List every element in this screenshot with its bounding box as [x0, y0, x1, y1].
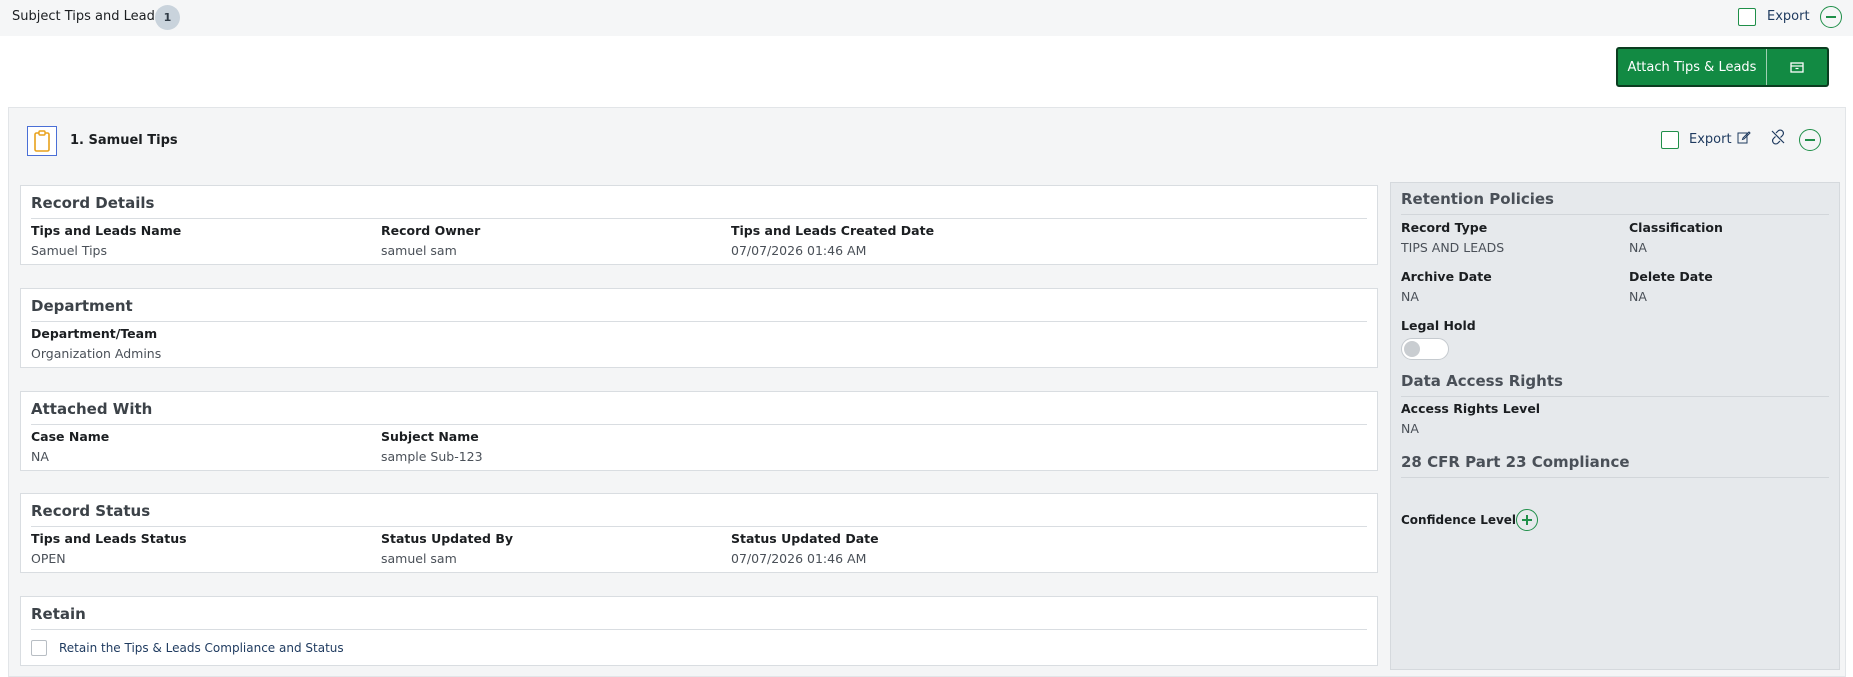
retention-policies-heading: Retention Policies: [1401, 190, 1554, 208]
field-created-date: Tips and Leads Created Date 07/07/2026 0…: [731, 223, 934, 258]
field-value: sample Sub-123: [381, 449, 483, 464]
field-value: TIPS AND LEADS: [1401, 240, 1505, 255]
field-value: 07/07/2026 01:46 AM: [731, 551, 867, 566]
export-all-checkbox[interactable]: [1738, 8, 1756, 26]
record-details-card: Record Details Tips and Leads Name Samue…: [20, 185, 1378, 265]
unlink-icon[interactable]: [1770, 129, 1786, 149]
field-label: Status Updated Date: [731, 531, 879, 546]
collapse-item-icon[interactable]: [1799, 129, 1821, 151]
field-label: Legal Hold: [1401, 318, 1476, 333]
retain-checkbox[interactable]: [31, 640, 47, 656]
record-details-heading: Record Details: [31, 194, 155, 212]
divider: [31, 526, 1367, 527]
attached-with-card: Attached With Case Name NA Subject Name …: [20, 391, 1378, 471]
export-item-checkbox[interactable]: [1661, 131, 1679, 149]
record-status-heading: Record Status: [31, 502, 151, 520]
compliance-heading: 28 CFR Part 23 Compliance: [1401, 453, 1630, 471]
field-record-type: Record Type TIPS AND LEADS: [1401, 220, 1504, 255]
field-record-owner: Record Owner samuel sam: [381, 223, 480, 258]
field-label: Tips and Leads Created Date: [731, 223, 935, 238]
count-badge: 1: [155, 5, 180, 30]
divider: [1401, 214, 1829, 215]
field-label: Status Updated By: [381, 531, 513, 546]
field-label: Record Owner: [381, 223, 481, 238]
field-label: Archive Date: [1401, 269, 1492, 284]
field-value: NA: [1401, 421, 1419, 436]
collapse-section-icon[interactable]: [1820, 6, 1842, 28]
field-department-team: Department/Team Organization Admins: [31, 326, 161, 361]
clipboard-icon: [27, 126, 57, 156]
field-case-name: Case Name NA: [31, 429, 109, 464]
export-item-label: Export: [1689, 132, 1732, 147]
field-label: Confidence Level: [1401, 513, 1517, 527]
field-subject-name: Subject Name sample Sub-123: [381, 429, 483, 464]
retain-checkbox-label[interactable]: Retain the Tips & Leads Compliance and S…: [59, 641, 344, 655]
field-label: Delete Date: [1629, 269, 1713, 284]
data-access-heading: Data Access Rights: [1401, 372, 1563, 390]
item-title: 1. Samuel Tips: [70, 133, 178, 148]
section-header: Subject Tips and Leads 1 Export: [0, 0, 1853, 36]
section-title: Subject Tips and Leads: [12, 9, 162, 24]
retain-card: Retain Retain the Tips & Leads Complianc…: [20, 596, 1378, 666]
record-status-card: Record Status Tips and Leads Status OPEN…: [20, 493, 1378, 573]
divider: [1401, 396, 1829, 397]
retain-heading: Retain: [31, 605, 86, 623]
field-confidence-level: Confidence Level: [1401, 513, 1516, 527]
attached-with-heading: Attached With: [31, 400, 153, 418]
legal-hold-toggle[interactable]: [1401, 338, 1449, 360]
field-value: Samuel Tips: [31, 243, 108, 258]
divider: [31, 321, 1367, 322]
retention-side-panel: Retention Policies Record Type TIPS AND …: [1390, 182, 1840, 670]
department-card: Department Department/Team Organization …: [20, 288, 1378, 368]
field-value: NA: [31, 449, 49, 464]
field-status-updated-by: Status Updated By samuel sam: [381, 531, 513, 566]
field-value: NA: [1629, 240, 1647, 255]
field-value: samuel sam: [381, 551, 457, 566]
field-label: Case Name: [31, 429, 110, 444]
department-heading: Department: [31, 297, 133, 315]
item-header: 1. Samuel Tips Export: [9, 108, 1845, 174]
toggle-knob: [1404, 341, 1420, 357]
divider: [1401, 477, 1829, 478]
field-label: Record Type: [1401, 220, 1488, 235]
field-label: Tips and Leads Name: [31, 223, 182, 238]
field-legal-hold: Legal Hold: [1401, 318, 1476, 333]
field-value: NA: [1629, 289, 1647, 304]
field-archive-date: Archive Date NA: [1401, 269, 1492, 304]
field-status-updated-date: Status Updated Date 07/07/2026 01:46 AM: [731, 531, 879, 566]
field-access-rights-level: Access Rights Level NA: [1401, 401, 1540, 436]
add-confidence-icon[interactable]: [1516, 509, 1538, 531]
field-label: Department/Team: [31, 326, 158, 341]
edit-icon[interactable]: [1737, 130, 1751, 148]
field-tips-leads-name: Tips and Leads Name Samuel Tips: [31, 223, 181, 258]
field-value: Organization Admins: [31, 346, 162, 361]
field-classification: Classification NA: [1629, 220, 1723, 255]
field-label: Tips and Leads Status: [31, 531, 187, 546]
field-value: NA: [1401, 289, 1419, 304]
field-value: samuel sam: [381, 243, 457, 258]
field-label: Classification: [1629, 220, 1723, 235]
field-status: Tips and Leads Status OPEN: [31, 531, 187, 566]
divider: [31, 218, 1367, 219]
archive-box-icon[interactable]: [1767, 49, 1827, 85]
divider: [31, 629, 1367, 630]
field-label: Access Rights Level: [1401, 401, 1541, 416]
tips-leads-item-panel: 1. Samuel Tips Export Record Details Tip…: [8, 107, 1846, 677]
export-all-label: Export: [1767, 9, 1810, 24]
field-value: OPEN: [31, 551, 66, 566]
attach-tips-leads-button[interactable]: Attach Tips & Leads: [1616, 47, 1829, 87]
field-label: Subject Name: [381, 429, 479, 444]
field-value: 07/07/2026 01:46 AM: [731, 243, 867, 258]
divider: [31, 424, 1367, 425]
attach-button-label: Attach Tips & Leads: [1618, 49, 1767, 85]
field-delete-date: Delete Date NA: [1629, 269, 1713, 304]
